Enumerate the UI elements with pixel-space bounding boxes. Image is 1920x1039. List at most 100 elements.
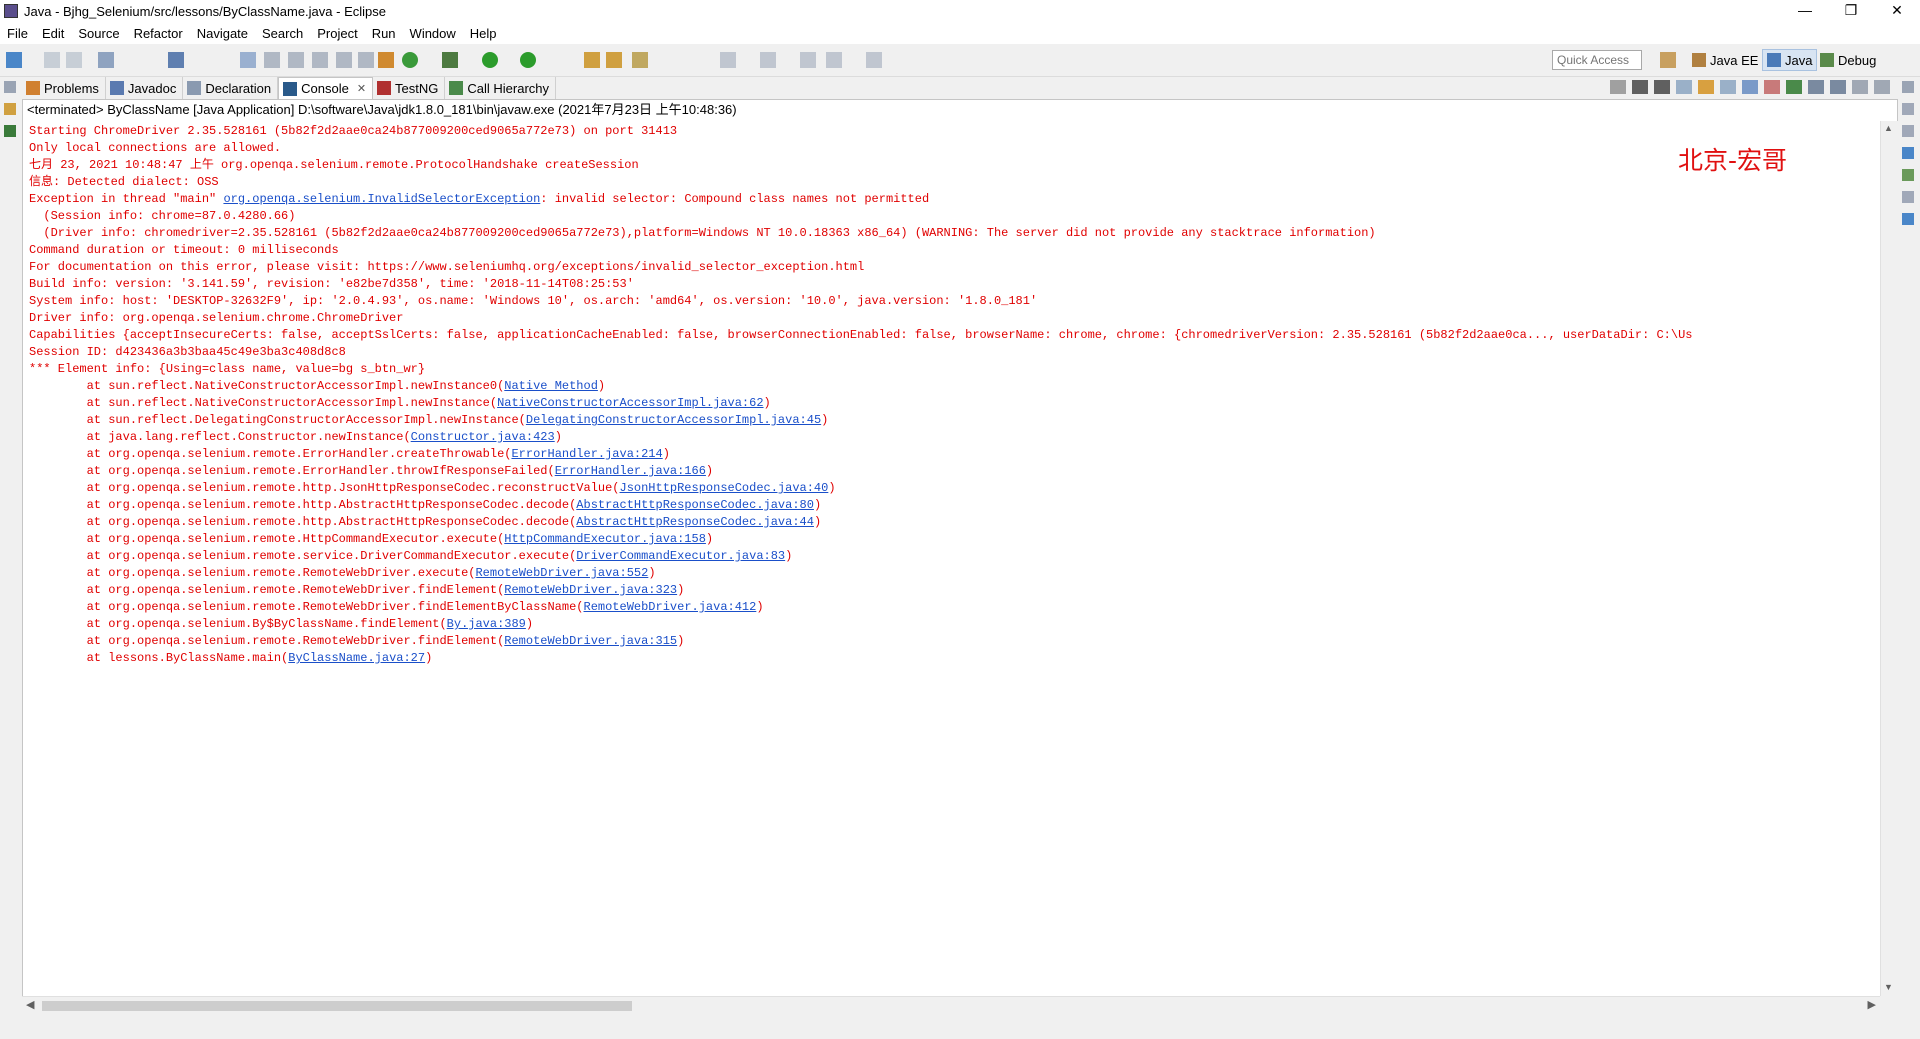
source-link[interactable]: NativeConstructorAccessorImpl.java:62: [497, 396, 763, 410]
source-link[interactable]: By.java:389: [447, 617, 526, 631]
run-external-icon[interactable]: [520, 52, 536, 68]
new-icon[interactable]: [6, 52, 22, 68]
perspective-debug[interactable]: Debug: [1816, 49, 1880, 71]
source-link[interactable]: RemoteWebDriver.java:552: [475, 566, 648, 580]
scroll-right-icon[interactable]: ▶: [1868, 998, 1876, 1011]
scroll-left-icon[interactable]: ◀: [26, 998, 34, 1011]
scrollbar-thumb[interactable]: [42, 1001, 632, 1011]
menu-window[interactable]: Window: [403, 26, 463, 41]
restore-view-icon[interactable]: [1902, 81, 1914, 93]
remove-all-launches-icon[interactable]: [1654, 80, 1670, 94]
tasks-icon[interactable]: [1902, 213, 1914, 225]
bug-icon: [1820, 53, 1834, 67]
show-stdout-icon[interactable]: [1742, 80, 1758, 94]
prev-annotation-icon[interactable]: [288, 52, 304, 68]
run-icon[interactable]: [482, 52, 498, 68]
console-output[interactable]: Starting ChromeDriver 2.35.528161 (5b82f…: [22, 121, 1881, 996]
menu-help[interactable]: Help: [463, 26, 504, 41]
tab-testng[interactable]: TestNG: [373, 77, 446, 99]
source-link[interactable]: DelegatingConstructorAccessorImpl.java:4…: [526, 413, 821, 427]
build-icon[interactable]: [378, 52, 394, 68]
exception-link[interactable]: org.openqa.selenium.InvalidSelectorExcep…: [223, 192, 540, 206]
show-stderr-icon[interactable]: [1764, 80, 1780, 94]
save-icon[interactable]: [44, 52, 60, 68]
menu-file[interactable]: File: [0, 26, 35, 41]
restore-icon[interactable]: [1902, 191, 1914, 203]
scroll-up-icon[interactable]: ▲: [1884, 123, 1893, 133]
refresh-icon[interactable]: [402, 52, 418, 68]
package-explorer-icon[interactable]: [4, 103, 16, 115]
restore-icon[interactable]: [1902, 125, 1914, 137]
source-link[interactable]: ByClassName.java:27: [288, 651, 425, 665]
source-link[interactable]: Native Method: [504, 379, 598, 393]
forward-icon[interactable]: [866, 52, 882, 68]
whitespace-icon[interactable]: [336, 52, 352, 68]
source-link[interactable]: HttpCommandExecutor.java:158: [504, 532, 706, 546]
scroll-down-icon[interactable]: ▼: [1884, 982, 1893, 992]
last-edit-icon[interactable]: [760, 52, 776, 68]
back-icon[interactable]: [826, 52, 842, 68]
minimize-icon[interactable]: —: [1782, 0, 1828, 22]
menu-edit[interactable]: Edit: [35, 26, 71, 41]
next-annotation-icon[interactable]: [264, 52, 280, 68]
close-icon[interactable]: ✕: [1874, 0, 1920, 22]
hierarchy-icon[interactable]: [1902, 169, 1914, 181]
search-icon[interactable]: [632, 52, 648, 68]
toggle-mark-icon[interactable]: [240, 52, 256, 68]
open-type-icon[interactable]: [584, 52, 600, 68]
block-select-icon[interactable]: [312, 52, 328, 68]
task-list-icon[interactable]: [1902, 103, 1914, 115]
back-nav-icon[interactable]: [800, 52, 816, 68]
restore-icon[interactable]: ❐: [1828, 0, 1874, 22]
tab-javadoc[interactable]: Javadoc: [106, 77, 184, 99]
source-link[interactable]: RemoteWebDriver.java:315: [504, 634, 677, 648]
tab-problems[interactable]: Problems: [22, 77, 106, 99]
scroll-lock-icon[interactable]: [1698, 80, 1714, 94]
print-icon[interactable]: [98, 52, 114, 68]
outline-icon[interactable]: [1902, 147, 1914, 159]
open-perspective-icon[interactable]: [1660, 52, 1676, 68]
tab-call-hierarchy[interactable]: Call Hierarchy: [445, 77, 557, 99]
clear-console-icon[interactable]: [1676, 80, 1692, 94]
tab-declaration[interactable]: Declaration: [183, 77, 279, 99]
save-all-icon[interactable]: [66, 52, 82, 68]
open-task-icon[interactable]: [606, 52, 622, 68]
perspective-java[interactable]: Java: [1762, 49, 1818, 71]
source-link[interactable]: AbstractHttpResponseCodec.java:44: [576, 515, 814, 529]
minimize-icon[interactable]: [1852, 80, 1868, 94]
source-link[interactable]: AbstractHttpResponseCodec.java:80: [576, 498, 814, 512]
terminate-icon[interactable]: [1610, 80, 1626, 94]
open-console-icon[interactable]: [1830, 80, 1846, 94]
tab-console[interactable]: Console ✕: [278, 77, 374, 99]
source-link[interactable]: RemoteWebDriver.java:412: [584, 600, 757, 614]
source-link[interactable]: JsonHttpResponseCodec.java:40: [620, 481, 829, 495]
console-line: Capabilities {acceptInsecureCerts: false…: [29, 328, 1693, 342]
close-icon[interactable]: ✕: [357, 82, 366, 95]
menu-run[interactable]: Run: [365, 26, 403, 41]
restore-view-icon[interactable]: [4, 81, 16, 93]
junit-icon[interactable]: [4, 125, 16, 137]
terminal-icon[interactable]: [168, 52, 184, 68]
show-source-icon[interactable]: [358, 52, 374, 68]
source-link[interactable]: RemoteWebDriver.java:323: [504, 583, 677, 597]
menu-search[interactable]: Search: [255, 26, 310, 41]
debug-icon[interactable]: [442, 52, 458, 68]
display-console-icon[interactable]: [1808, 80, 1824, 94]
horizontal-scrollbar[interactable]: ◀ ▶: [22, 996, 1880, 1014]
pin-console-icon[interactable]: [1786, 80, 1802, 94]
perspective-java-ee[interactable]: Java EE: [1688, 49, 1762, 71]
remove-launch-icon[interactable]: [1632, 80, 1648, 94]
source-link[interactable]: ErrorHandler.java:166: [555, 464, 706, 478]
menu-source[interactable]: Source: [71, 26, 126, 41]
menu-project[interactable]: Project: [310, 26, 364, 41]
source-link[interactable]: Constructor.java:423: [411, 430, 555, 444]
next-edit-icon[interactable]: [720, 52, 736, 68]
menu-navigate[interactable]: Navigate: [190, 26, 255, 41]
maximize-icon[interactable]: [1874, 80, 1890, 94]
vertical-scrollbar[interactable]: ▲ ▼: [1880, 121, 1899, 996]
quick-access-input[interactable]: [1552, 50, 1642, 70]
source-link[interactable]: ErrorHandler.java:214: [511, 447, 662, 461]
source-link[interactable]: DriverCommandExecutor.java:83: [576, 549, 785, 563]
menu-refactor[interactable]: Refactor: [127, 26, 190, 41]
word-wrap-icon[interactable]: [1720, 80, 1736, 94]
